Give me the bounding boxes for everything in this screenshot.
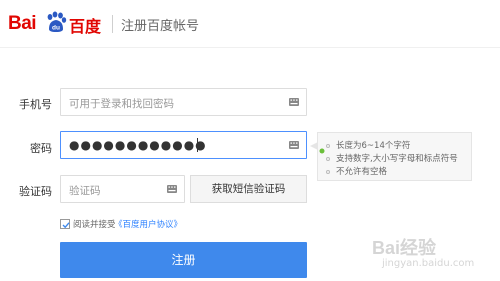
logo-text-latin: Bai	[8, 13, 37, 34]
captcha-input[interactable]: 验证码	[60, 175, 185, 203]
password-label: 密码	[30, 142, 52, 155]
bullet-icon	[326, 143, 330, 148]
watermark-main: Bai经验	[372, 238, 437, 258]
password-tips: 长度为6~14个字符 支持数字,大小写字母和标点符号 不允许有空格	[317, 132, 472, 181]
captcha-placeholder: 验证码	[69, 185, 101, 197]
page-title: 注册百度帐号	[121, 19, 200, 34]
password-input[interactable]: ●●●●●●●●●●●●	[60, 131, 307, 159]
text-caret	[197, 138, 198, 152]
tip-item: 支持数字,大小写字母和标点符号	[326, 152, 458, 164]
phone-label: 手机号	[19, 98, 52, 111]
agree-checkbox[interactable]	[60, 219, 70, 229]
get-sms-code-button[interactable]: 获取短信验证码	[190, 175, 307, 203]
agree-text: 阅读并接受	[73, 220, 116, 230]
watermark: Bai经验 jingyan.baidu.com	[372, 232, 490, 276]
tip-item: 不允许有空格	[326, 165, 387, 177]
phone-placeholder: 可用于登录和找回密码	[69, 98, 174, 110]
watermark-sub: jingyan.baidu.com	[382, 258, 475, 269]
password-value: ●●●●●●●●●●●●	[69, 138, 207, 152]
bullet-icon	[326, 156, 330, 161]
bullet-icon	[326, 169, 330, 174]
paw-icon: du	[47, 11, 67, 32]
tip-item: 长度为6~14个字符	[326, 139, 410, 151]
logo-text-cn: 百度	[69, 17, 102, 36]
user-agreement-link[interactable]: 《百度用户协议》	[114, 218, 182, 230]
check-icon	[62, 222, 70, 229]
captcha-label: 验证码	[19, 185, 52, 198]
keyboard-icon[interactable]	[289, 141, 299, 149]
keyboard-icon[interactable]	[167, 185, 177, 193]
header: Bai du 百度 注册百度帐号	[0, 0, 500, 48]
keyboard-icon[interactable]	[289, 98, 299, 106]
header-divider	[112, 15, 113, 33]
logo-paw-text: du	[52, 25, 60, 32]
baidu-logo[interactable]: Bai du 百度	[8, 10, 104, 38]
valid-check-icon	[319, 148, 325, 154]
register-button[interactable]: 注册	[60, 242, 307, 278]
phone-input[interactable]: 可用于登录和找回密码	[60, 88, 307, 116]
